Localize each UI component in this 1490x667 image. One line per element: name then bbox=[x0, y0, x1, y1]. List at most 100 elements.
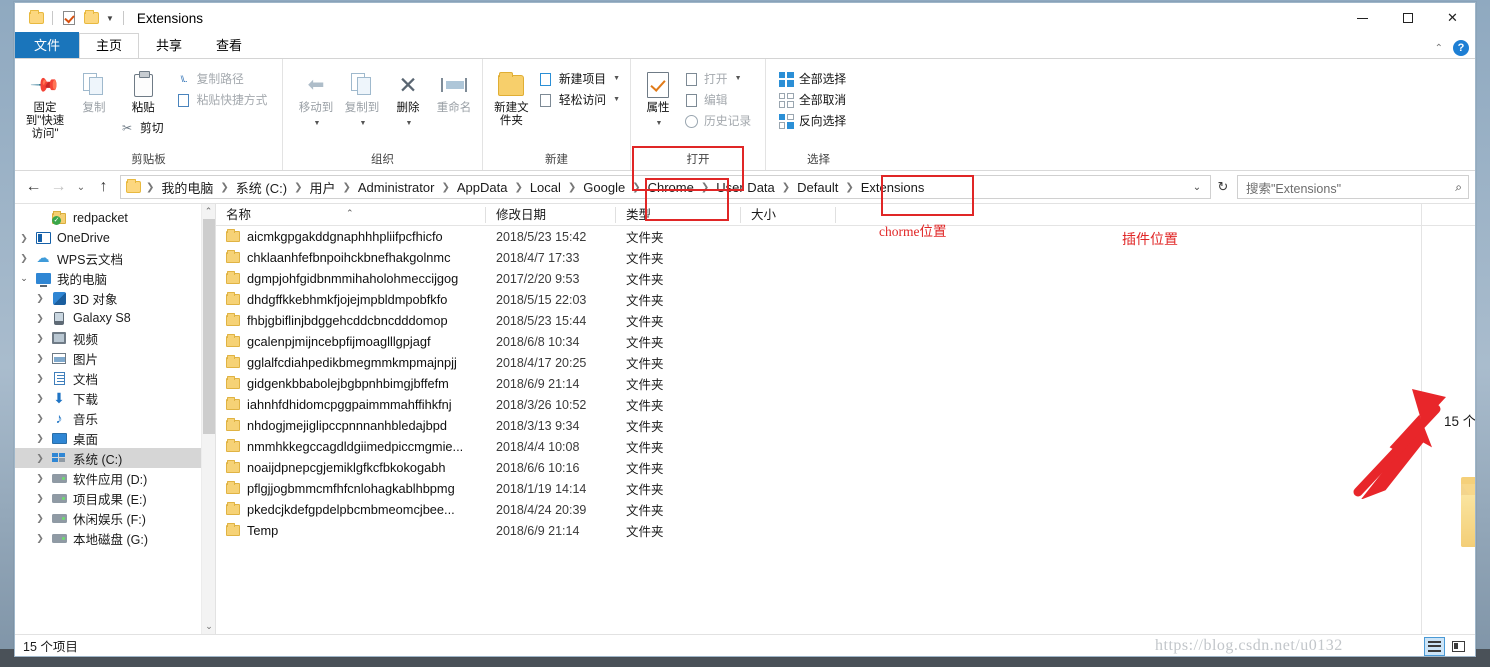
search-input[interactable]: 搜索"Extensions" ⌕ bbox=[1237, 175, 1469, 199]
folder-icon[interactable] bbox=[80, 7, 102, 29]
chevron-right-icon[interactable]: ❯ bbox=[31, 453, 49, 464]
tab-home[interactable]: 主页 bbox=[79, 33, 140, 59]
new-item-button[interactable]: 新建项目 ▼ bbox=[536, 69, 626, 89]
navigation-scrollbar[interactable]: ⌃ ⌄ bbox=[201, 204, 215, 634]
maximize-icon[interactable] bbox=[1385, 3, 1430, 33]
breadcrumb-local[interactable]: Local bbox=[524, 178, 567, 197]
nav-item-this-pc[interactable]: ⌄ 我的电脑 bbox=[15, 268, 215, 288]
table-row[interactable]: gcalenpjmijncebpfijmoaglllgpjagf 2018/6/8… bbox=[216, 331, 1475, 352]
nav-item-3d-objects[interactable]: ❯ 3D 对象 bbox=[15, 288, 215, 308]
breadcrumb-chrome[interactable]: Chrome bbox=[642, 178, 700, 197]
rename-button[interactable]: 重命名 bbox=[431, 67, 477, 118]
chevron-down-icon[interactable]: ⌄ bbox=[15, 273, 33, 284]
breadcrumb-administrator[interactable]: Administrator bbox=[352, 178, 441, 197]
table-row[interactable]: gglalfcdiahpedikbmegmmkmpmajnpjj 2018/4/1… bbox=[216, 352, 1475, 373]
nav-item-onedrive[interactable]: ❯ OneDrive bbox=[15, 228, 215, 248]
nav-item-cloud[interactable]: ❯ ☁ WPS云文档 bbox=[15, 248, 215, 268]
cut-button[interactable]: ✂ 剪切 bbox=[117, 118, 170, 138]
properties-icon[interactable] bbox=[58, 7, 80, 29]
scrollbar-thumb[interactable] bbox=[203, 219, 215, 434]
paste-button[interactable]: 粘贴 bbox=[120, 67, 166, 118]
nav-item-drive[interactable]: ❯ 本地磁盘 (G:) bbox=[15, 528, 215, 548]
chevron-right-icon[interactable]: ❯ bbox=[31, 313, 49, 324]
refresh-icon[interactable]: ↻ bbox=[1211, 175, 1235, 199]
chevron-up-icon[interactable]: ⌃ bbox=[202, 204, 215, 219]
address-breadcrumb-bar[interactable]: ❯ 我的电脑 ❯ 系统 (C:) ❯ 用户 ❯ Administrator ❯ … bbox=[120, 175, 1211, 199]
chevron-right-icon[interactable]: ❯ bbox=[31, 513, 49, 524]
folder-icon[interactable] bbox=[25, 7, 47, 29]
breadcrumb-google[interactable]: Google bbox=[577, 178, 631, 197]
nav-item-phone[interactable]: ❯ Galaxy S8 bbox=[15, 308, 215, 328]
table-row[interactable]: noaijdpnepcgjemiklgfkcfbkokogabh 2018/6/6… bbox=[216, 457, 1475, 478]
edit-button[interactable]: 编辑 bbox=[681, 90, 757, 110]
breadcrumb-system-c[interactable]: 系统 (C:) bbox=[230, 176, 293, 199]
tab-file[interactable]: 文件 bbox=[15, 32, 80, 59]
pin-to-quick-access-button[interactable]: 📌 固定到"快速访问" bbox=[19, 67, 71, 144]
table-row[interactable]: dhdgffkkebhmkfjojejmpbldmpobfkfo 2018/5/1… bbox=[216, 289, 1475, 310]
table-row[interactable]: fhbjgbiflinjbdggehcddcbncdddomop 2018/5/2… bbox=[216, 310, 1475, 331]
recent-locations-icon[interactable]: ⌄ bbox=[71, 174, 91, 200]
table-row[interactable]: pkedcjkdefgpdelpbcmbmeomcjbee... 2018/4/2… bbox=[216, 499, 1475, 520]
column-header-size[interactable]: 大小 bbox=[741, 204, 836, 226]
chevron-right-icon[interactable]: ❯ bbox=[31, 493, 49, 504]
column-header-name[interactable]: 名称 ⌃ bbox=[216, 204, 486, 226]
chevron-right-icon[interactable]: ❯ bbox=[31, 413, 49, 424]
column-header-type[interactable]: 类型 bbox=[616, 204, 741, 226]
tab-view[interactable]: 查看 bbox=[199, 33, 259, 59]
nav-item-drive[interactable]: ❯ 项目成果 (E:) bbox=[15, 488, 215, 508]
history-button[interactable]: 历史记录 bbox=[681, 111, 757, 131]
chevron-up-icon[interactable]: ⌃ bbox=[1435, 43, 1443, 54]
properties-button[interactable]: 属性 ▼ bbox=[639, 67, 677, 133]
table-row[interactable]: chklaanhfefbnpoihckbnefhakgolnmc 2018/4/7… bbox=[216, 247, 1475, 268]
tab-share[interactable]: 共享 bbox=[139, 33, 199, 59]
nav-item-folder-synced[interactable]: ✓ redpacket bbox=[15, 208, 215, 228]
nav-item-documents[interactable]: ❯ 文档 bbox=[15, 368, 215, 388]
breadcrumb-users[interactable]: 用户 bbox=[303, 176, 341, 199]
nav-item-music[interactable]: ❯ ♪ 音乐 bbox=[15, 408, 215, 428]
invert-selection-button[interactable]: 反向选择 bbox=[776, 111, 852, 131]
chevron-down-icon[interactable]: ⌄ bbox=[202, 619, 215, 634]
table-row[interactable]: aicmkgpgakddgnaphhhpliifpcfhicfo 2018/5/2… bbox=[216, 226, 1475, 247]
details-view-icon[interactable] bbox=[1424, 636, 1445, 656]
chevron-right-icon[interactable]: ❯ bbox=[31, 373, 49, 384]
paste-shortcut-button[interactable]: 粘贴快捷方式 bbox=[174, 90, 274, 110]
nav-item-drive[interactable]: ❯ 休闲娱乐 (F:) bbox=[15, 508, 215, 528]
easy-access-button[interactable]: 轻松访问 ▼ bbox=[536, 90, 626, 110]
breadcrumb-my-computer[interactable]: 我的电脑 bbox=[155, 176, 219, 199]
copy-to-button[interactable]: 复制到 ▼ bbox=[339, 67, 385, 133]
help-icon[interactable]: ? bbox=[1453, 40, 1469, 56]
breadcrumb-user-data[interactable]: User Data bbox=[710, 178, 781, 197]
nav-item-pictures[interactable]: ❯ 图片 bbox=[15, 348, 215, 368]
table-row[interactable]: dgmpjohfgidbnmmihaholohmeccijgog 2017/2/2… bbox=[216, 268, 1475, 289]
table-row[interactable]: nhdogjmejiglipccpnnnanhbledajbpd 2018/3/1… bbox=[216, 415, 1475, 436]
chevron-right-icon[interactable]: ❯ bbox=[31, 353, 49, 364]
large-icons-view-icon[interactable] bbox=[1448, 637, 1469, 656]
chevron-right-icon[interactable]: ❯ bbox=[31, 473, 49, 484]
table-row[interactable]: pflgjjogbmmcmfhfcnlohagkablhbpmg 2018/1/1… bbox=[216, 478, 1475, 499]
table-row[interactable]: nmmhkkegccagdldgiimedpiccmgmie... 2018/4/… bbox=[216, 436, 1475, 457]
chevron-right-icon[interactable]: ❯ bbox=[31, 393, 49, 404]
nav-item-system-drive[interactable]: ❯ 系统 (C:) bbox=[15, 448, 215, 468]
chevron-right-icon[interactable]: ❯ bbox=[31, 533, 49, 544]
column-header-date[interactable]: 修改日期 bbox=[486, 204, 616, 226]
move-to-button[interactable]: ⬅ 移动到 ▼ bbox=[293, 67, 339, 133]
select-all-button[interactable]: 全部选择 bbox=[776, 69, 852, 89]
chevron-right-icon[interactable]: ❯ bbox=[15, 233, 33, 244]
select-none-button[interactable]: 全部取消 bbox=[776, 90, 852, 110]
breadcrumb-appdata[interactable]: AppData bbox=[451, 178, 514, 197]
nav-item-videos[interactable]: ❯ 视频 bbox=[15, 328, 215, 348]
table-row[interactable]: Temp 2018/6/9 21:14 文件夹 bbox=[216, 520, 1475, 541]
back-arrow-icon[interactable]: ← bbox=[21, 174, 46, 200]
forward-arrow-icon[interactable]: → bbox=[46, 174, 71, 200]
chevron-right-icon[interactable]: ❯ bbox=[31, 293, 49, 304]
chevron-right-icon[interactable]: ❯ bbox=[31, 333, 49, 344]
copy-button[interactable]: 复制 bbox=[71, 67, 117, 118]
chevron-down-icon[interactable]: ▼ bbox=[102, 14, 118, 23]
close-icon[interactable]: ✕ bbox=[1430, 3, 1475, 33]
minimize-icon[interactable] bbox=[1340, 3, 1385, 33]
delete-button[interactable]: ✕ 删除 ▼ bbox=[385, 67, 431, 133]
up-arrow-icon[interactable]: ↑ bbox=[91, 174, 116, 200]
chevron-right-icon[interactable]: ❯ bbox=[15, 253, 33, 264]
breadcrumb-default[interactable]: Default bbox=[791, 178, 844, 197]
table-row[interactable]: gidgenkbbabolejbgbpnhbimgjbffefm 2018/6/9… bbox=[216, 373, 1475, 394]
